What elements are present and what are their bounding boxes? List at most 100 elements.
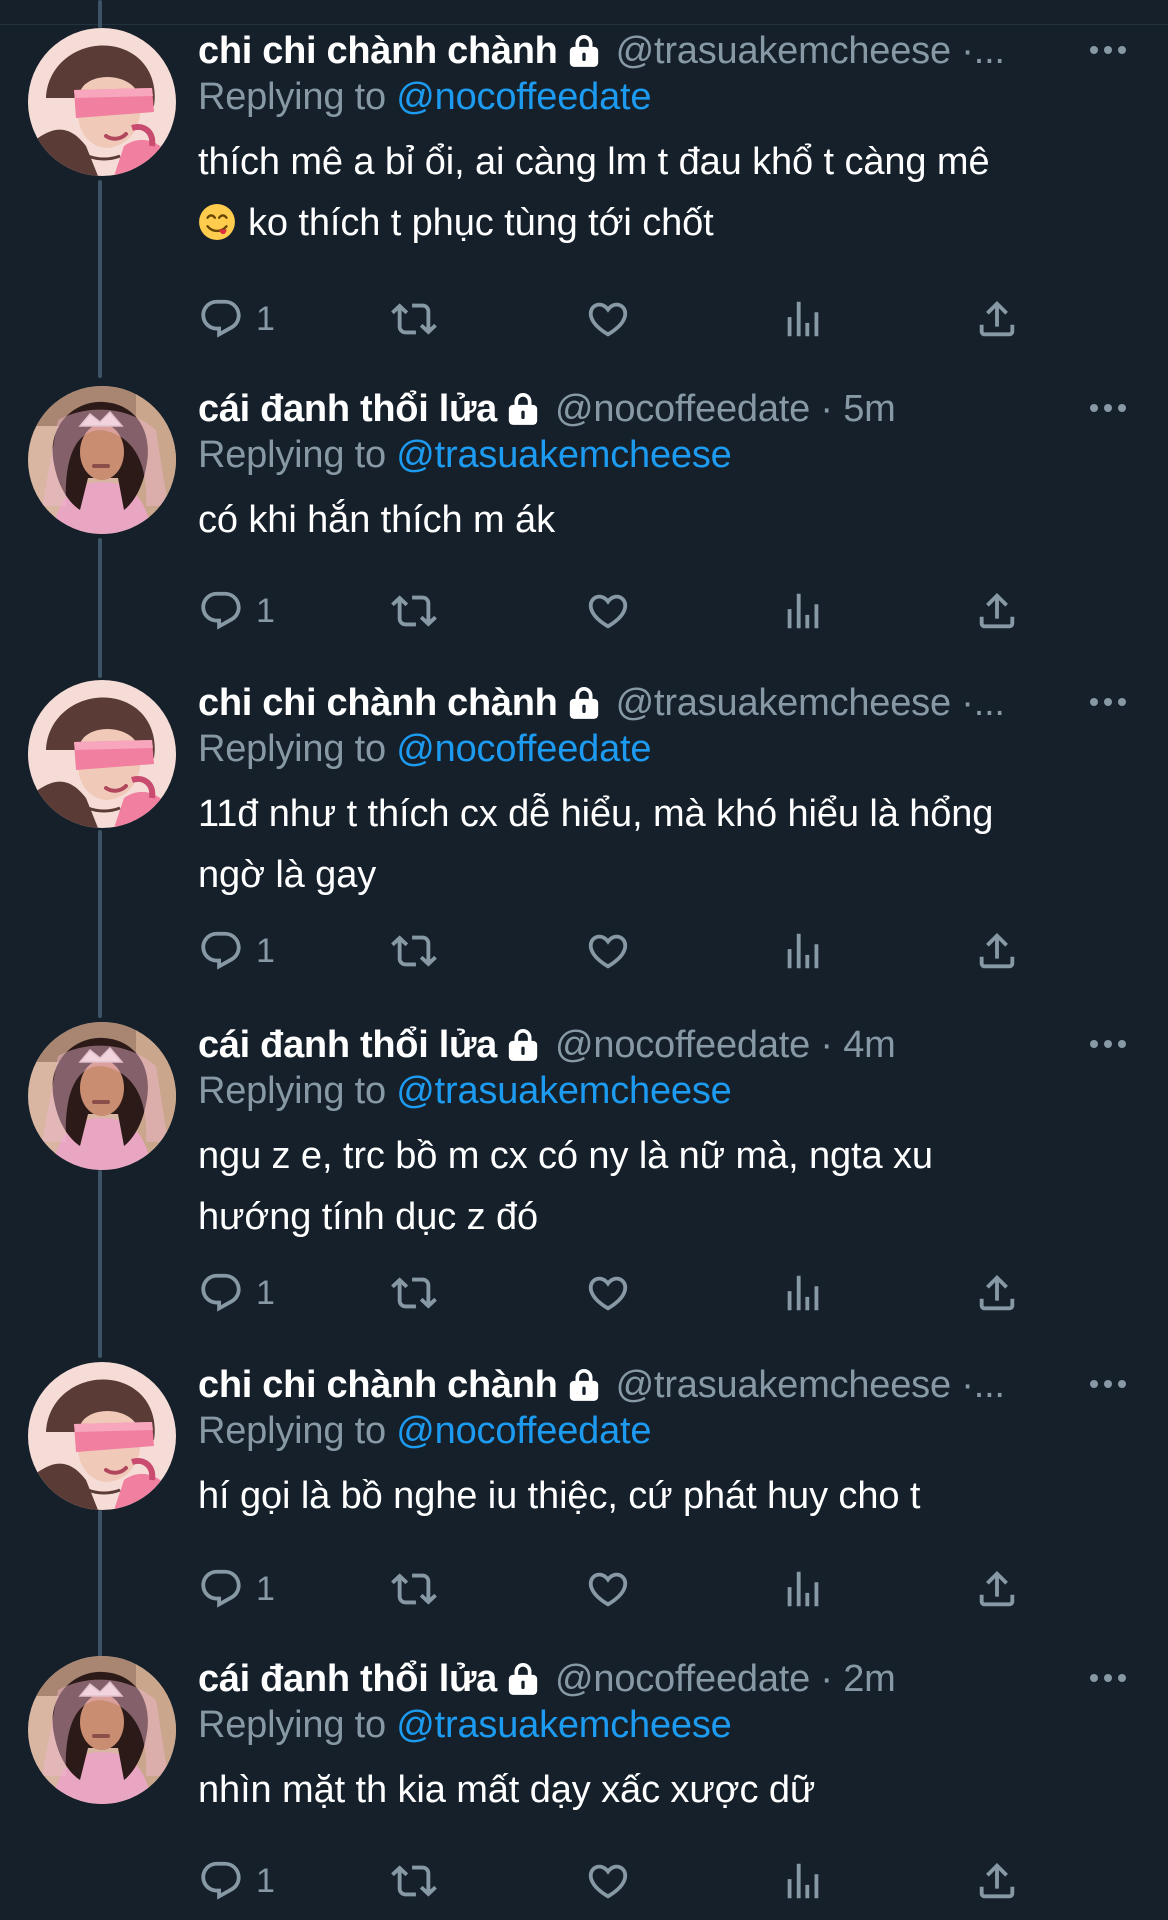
analytics-icon [780, 1858, 826, 1904]
share-icon [974, 1566, 1020, 1612]
like-button[interactable] [585, 586, 631, 636]
like-button[interactable] [585, 926, 631, 976]
tweet-actions: 1 [198, 926, 1038, 976]
reply-count: 1 [256, 1273, 275, 1312]
tweet-text-line-with-emoji: ko thích t phục tùng tới chốt [198, 193, 1098, 254]
avatar[interactable] [28, 386, 176, 534]
retweet-button[interactable] [391, 1856, 437, 1906]
more-icon[interactable] [1078, 1024, 1138, 1064]
tweet-text-line: ko thích t phục tùng tới chốt [248, 202, 714, 244]
author-handle-time[interactable]: @nocoffeedate · 5m [555, 386, 896, 432]
retweet-button[interactable] [391, 294, 437, 344]
tweet-text-line: ngu z e, trc bồ m cx có ny là nữ mà, ngt… [198, 1135, 933, 1177]
reply-count: 1 [256, 1569, 275, 1608]
more-icon[interactable] [1078, 682, 1138, 722]
replying-mention[interactable]: @nocoffeedate [396, 76, 651, 118]
views-button[interactable] [780, 1564, 826, 1614]
reply-button[interactable]: 1 [198, 926, 275, 976]
analytics-icon [780, 296, 826, 342]
like-button[interactable] [585, 294, 631, 344]
reply-button[interactable]: 1 [198, 1856, 275, 1906]
author-handle-time[interactable]: @trasuakemcheese ·... [616, 1362, 1005, 1408]
reply-count: 1 [256, 299, 275, 338]
author-name[interactable]: cái đanh thổi lửa [198, 386, 497, 432]
share-button[interactable] [974, 586, 1020, 636]
yum-face-emoji [198, 203, 236, 241]
reply-icon [198, 588, 244, 634]
views-button[interactable] [780, 586, 826, 636]
retweet-button[interactable] [391, 1268, 437, 1318]
reply-icon [198, 1270, 244, 1316]
retweet-icon [391, 928, 437, 974]
share-icon [974, 1270, 1020, 1316]
lock-icon [503, 1025, 543, 1065]
avatar[interactable] [28, 680, 176, 828]
reply-count: 1 [256, 1861, 275, 1900]
lock-icon [503, 1659, 543, 1699]
views-button[interactable] [780, 294, 826, 344]
author-name[interactable]: cái đanh thổi lửa [198, 1656, 497, 1702]
reply-icon [198, 1858, 244, 1904]
more-icon[interactable] [1078, 30, 1138, 70]
tweet-text: 11đ như t thích cx dễ hiểu, mà khó hiểu … [198, 784, 1098, 906]
replying-mention[interactable]: @trasuakemcheese [396, 434, 732, 476]
views-button[interactable] [780, 1268, 826, 1318]
reply-button[interactable]: 1 [198, 586, 275, 636]
replying-to: Replying to @trasuakemcheese [198, 1068, 1098, 1114]
avatar[interactable] [28, 28, 176, 176]
avatar[interactable] [28, 1656, 176, 1804]
share-button[interactable] [974, 1856, 1020, 1906]
author-handle-time[interactable]: @trasuakemcheese ·... [616, 28, 1005, 74]
share-icon [974, 928, 1020, 974]
replying-mention[interactable]: @nocoffeedate [396, 1410, 651, 1452]
replying-prefix: Replying to [198, 1410, 386, 1452]
replying-mention[interactable]: @nocoffeedate [396, 728, 651, 770]
more-icon[interactable] [1078, 1364, 1138, 1404]
heart-icon [585, 296, 631, 342]
author-handle-time[interactable]: @nocoffeedate · 2m [555, 1656, 896, 1702]
retweet-button[interactable] [391, 1564, 437, 1614]
author-name[interactable]: chi chi chành chành [198, 28, 558, 74]
more-icon[interactable] [1078, 1658, 1138, 1698]
tweet-text-line: có khi hắn thích m ák [198, 499, 555, 541]
author-name[interactable]: cái đanh thổi lửa [198, 1022, 497, 1068]
author-name[interactable]: chi chi chành chành [198, 680, 558, 726]
share-icon [974, 1858, 1020, 1904]
tweet-text-line: hí gọi là bồ nghe iu thiệc, cứ phát huy … [198, 1475, 921, 1517]
replying-prefix: Replying to [198, 728, 386, 770]
like-button[interactable] [585, 1856, 631, 1906]
thread-connector [98, 538, 102, 678]
more-icon[interactable] [1078, 388, 1138, 428]
tweet-actions: 1 [198, 1856, 1038, 1906]
share-button[interactable] [974, 926, 1020, 976]
avatar[interactable] [28, 1362, 176, 1510]
reply-button[interactable]: 1 [198, 1564, 275, 1614]
replying-mention[interactable]: @trasuakemcheese [396, 1704, 732, 1746]
views-button[interactable] [780, 1856, 826, 1906]
author-handle-time[interactable]: @trasuakemcheese ·... [616, 680, 1005, 726]
tweet-text: nhìn mặt th kia mất dạy xấc xược dữ [198, 1760, 1098, 1821]
like-button[interactable] [585, 1268, 631, 1318]
thread-connector [98, 0, 102, 28]
replying-to: Replying to @nocoffeedate [198, 1408, 1098, 1454]
retweet-icon [391, 1858, 437, 1904]
share-button[interactable] [974, 1564, 1020, 1614]
retweet-button[interactable] [391, 926, 437, 976]
share-button[interactable] [974, 294, 1020, 344]
avatar[interactable] [28, 1022, 176, 1170]
replying-prefix: Replying to [198, 76, 386, 118]
views-button[interactable] [780, 926, 826, 976]
like-button[interactable] [585, 1564, 631, 1614]
tweet-text: có khi hắn thích m ák [198, 490, 1098, 551]
author-name[interactable]: chi chi chành chành [198, 1362, 558, 1408]
retweet-button[interactable] [391, 586, 437, 636]
tweet-text-line: hướng tính dục z đó [198, 1196, 539, 1238]
author-handle-time[interactable]: @nocoffeedate · 4m [555, 1022, 896, 1068]
heart-icon [585, 588, 631, 634]
reply-button[interactable]: 1 [198, 1268, 275, 1318]
replying-mention[interactable]: @trasuakemcheese [396, 1070, 732, 1112]
reply-icon [198, 928, 244, 974]
reply-button[interactable]: 1 [198, 294, 275, 344]
lock-icon [503, 389, 543, 429]
share-button[interactable] [974, 1268, 1020, 1318]
